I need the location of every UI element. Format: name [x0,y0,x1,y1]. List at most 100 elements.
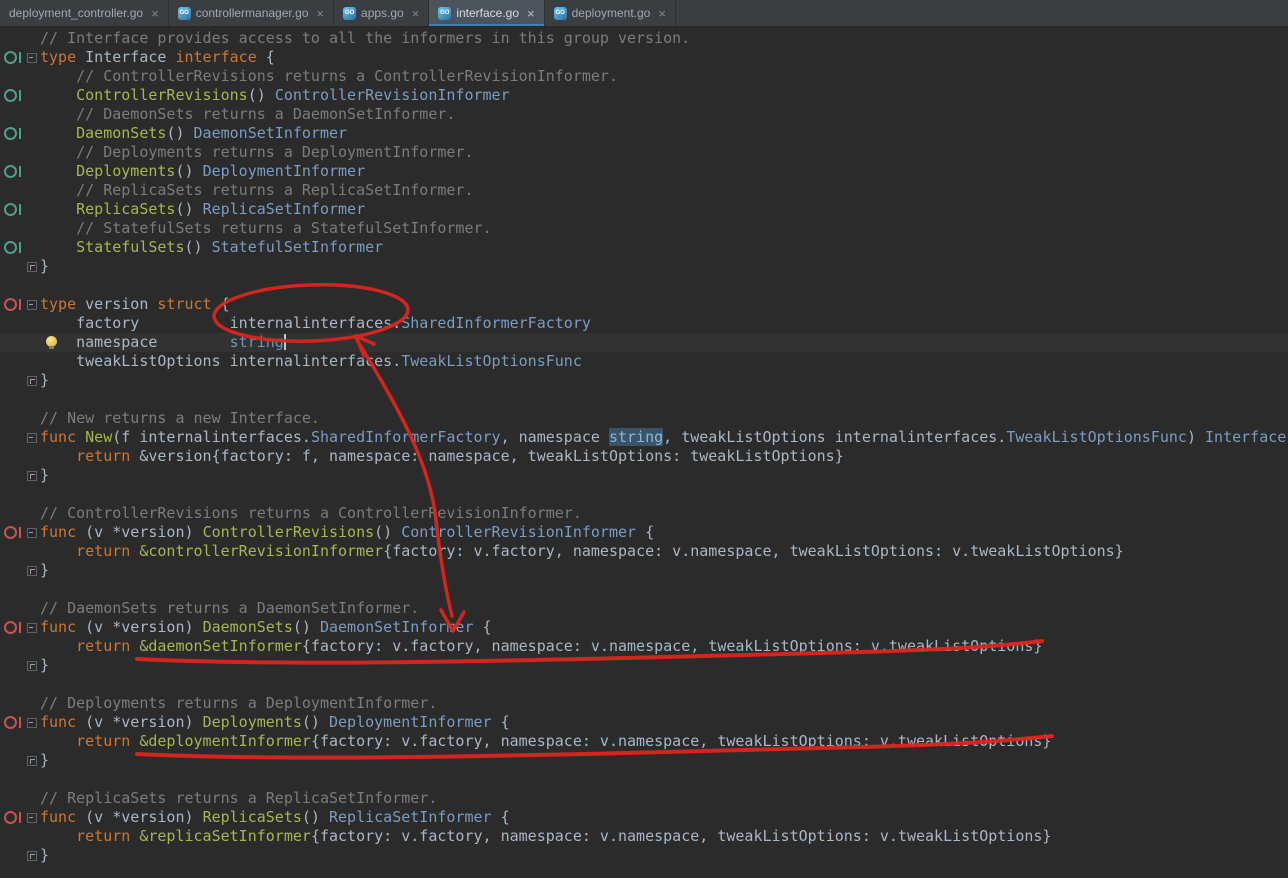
gutter [0,846,24,865]
code-text: // New returns a new Interface. [40,409,320,427]
text-caret [283,334,286,350]
gutter [0,86,24,105]
gutter [0,504,24,523]
tab-label: interface.go [456,6,520,20]
code-text: // ReplicaSets returns a ReplicaSetInfor… [40,789,438,807]
tab-close-icon[interactable]: × [316,7,324,20]
fold-gutter [24,789,40,808]
fold-collapse-icon[interactable] [27,623,37,633]
tab-close-icon[interactable]: × [412,7,420,20]
editor-tab[interactable]: GO controllermanager.go × [169,0,335,26]
tab-close-icon[interactable]: × [658,7,666,20]
fold-gutter [24,105,40,124]
code-editor[interactable]: // Interface provides access to all the … [0,27,1288,878]
gutter [0,789,24,808]
fold-collapse-icon[interactable] [27,433,37,443]
code-line: StatefulSets() StatefulSetInformer [0,238,1288,257]
fold-gutter [24,561,40,580]
code-text: } [40,846,50,864]
code-text: func New(f internalinterfaces.SharedInfo… [40,428,1287,446]
tab-bar: deployment_controller.go × GO controllerman… [0,0,1288,27]
code-line [0,276,1288,295]
gutter [0,466,24,485]
code-line: ControllerRevisions() ControllerRevision… [0,86,1288,105]
gutter [0,257,24,276]
code-text: // ControllerRevisions returns a Control… [40,504,582,522]
gutter [0,181,24,200]
gutter [0,618,24,637]
code-line [0,390,1288,409]
gutter [0,371,24,390]
code-line: // Deployments returns a DeploymentInfor… [0,143,1288,162]
gutter [0,694,24,713]
code-line: // ControllerRevisions returns a Control… [0,504,1288,523]
code-line: // ControllerRevisions returns a Control… [0,67,1288,86]
implemented-marker-icon[interactable] [4,51,21,64]
implemented-marker-icon[interactable] [4,89,21,102]
tab-close-icon[interactable]: × [527,7,535,20]
fold-end-icon[interactable] [27,756,37,766]
gutter [0,542,24,561]
code-text: factory internalinterfaces.SharedInforme… [40,314,591,332]
go-file-icon: GO [553,6,567,20]
gutter [0,751,24,770]
fold-collapse-icon[interactable] [27,300,37,310]
gutter [0,390,24,409]
fold-gutter [24,29,40,48]
code-text: } [40,656,50,674]
fold-end-icon[interactable] [27,262,37,272]
code-line: // New returns a new Interface. [0,409,1288,428]
implemented-marker-icon[interactable] [4,165,21,178]
code-line: namespace string [0,333,1288,352]
implemented-marker-icon[interactable] [4,203,21,216]
overridden-marker-icon[interactable] [4,621,21,634]
code-text: // StatefulSets returns a StatefulSetInf… [40,219,492,237]
gutter [0,105,24,124]
overridden-marker-icon[interactable] [4,526,21,539]
code-line: type Interface interface { [0,48,1288,67]
gutter [0,29,24,48]
fold-collapse-icon[interactable] [27,53,37,63]
code-line: func (v *version) ReplicaSets() ReplicaS… [0,808,1288,827]
code-text: return &daemonSetInformer{factory: v.fac… [76,637,1043,655]
fold-gutter [24,466,40,485]
editor-tab[interactable]: GO apps.go × [334,0,430,26]
fold-end-icon[interactable] [27,471,37,481]
editor-tab[interactable]: GO interface.go × [429,0,545,26]
code-text: ControllerRevisions() ControllerRevision… [76,86,510,104]
overridden-marker-icon[interactable] [4,298,21,311]
fold-end-icon[interactable] [27,851,37,861]
gutter [0,48,24,67]
gutter [0,238,24,257]
implemented-marker-icon[interactable] [4,127,21,140]
code-text: func (v *version) Deployments() Deployme… [40,713,510,731]
gutter [0,428,24,447]
tab-close-icon[interactable]: × [151,7,159,20]
fold-collapse-icon[interactable] [27,718,37,728]
fold-end-icon[interactable] [27,376,37,386]
implemented-marker-icon[interactable] [4,241,21,254]
intention-bulb-icon[interactable] [46,336,57,349]
fold-gutter [24,675,40,694]
fold-end-icon[interactable] [27,661,37,671]
code-line: DaemonSets() DaemonSetInformer [0,124,1288,143]
code-text: tweakListOptions internalinterfaces.Twea… [40,352,582,370]
fold-end-icon[interactable] [27,566,37,576]
fold-collapse-icon[interactable] [27,813,37,823]
code-line: } [0,656,1288,675]
gutter [0,124,24,143]
editor-tab[interactable]: deployment_controller.go × [0,0,169,26]
gutter [0,637,24,656]
code-text: } [40,751,50,769]
overridden-marker-icon[interactable] [4,811,21,824]
fold-gutter [24,86,40,105]
gutter [0,599,24,618]
gutter [0,808,24,827]
gutter [0,732,24,751]
code-text: // Deployments returns a DeploymentInfor… [40,143,474,161]
editor-tab[interactable]: GO deployment.go × [545,0,676,26]
code-text: DaemonSets() DaemonSetInformer [76,124,348,142]
fold-gutter [24,732,40,751]
overridden-marker-icon[interactable] [4,716,21,729]
fold-collapse-icon[interactable] [27,528,37,538]
